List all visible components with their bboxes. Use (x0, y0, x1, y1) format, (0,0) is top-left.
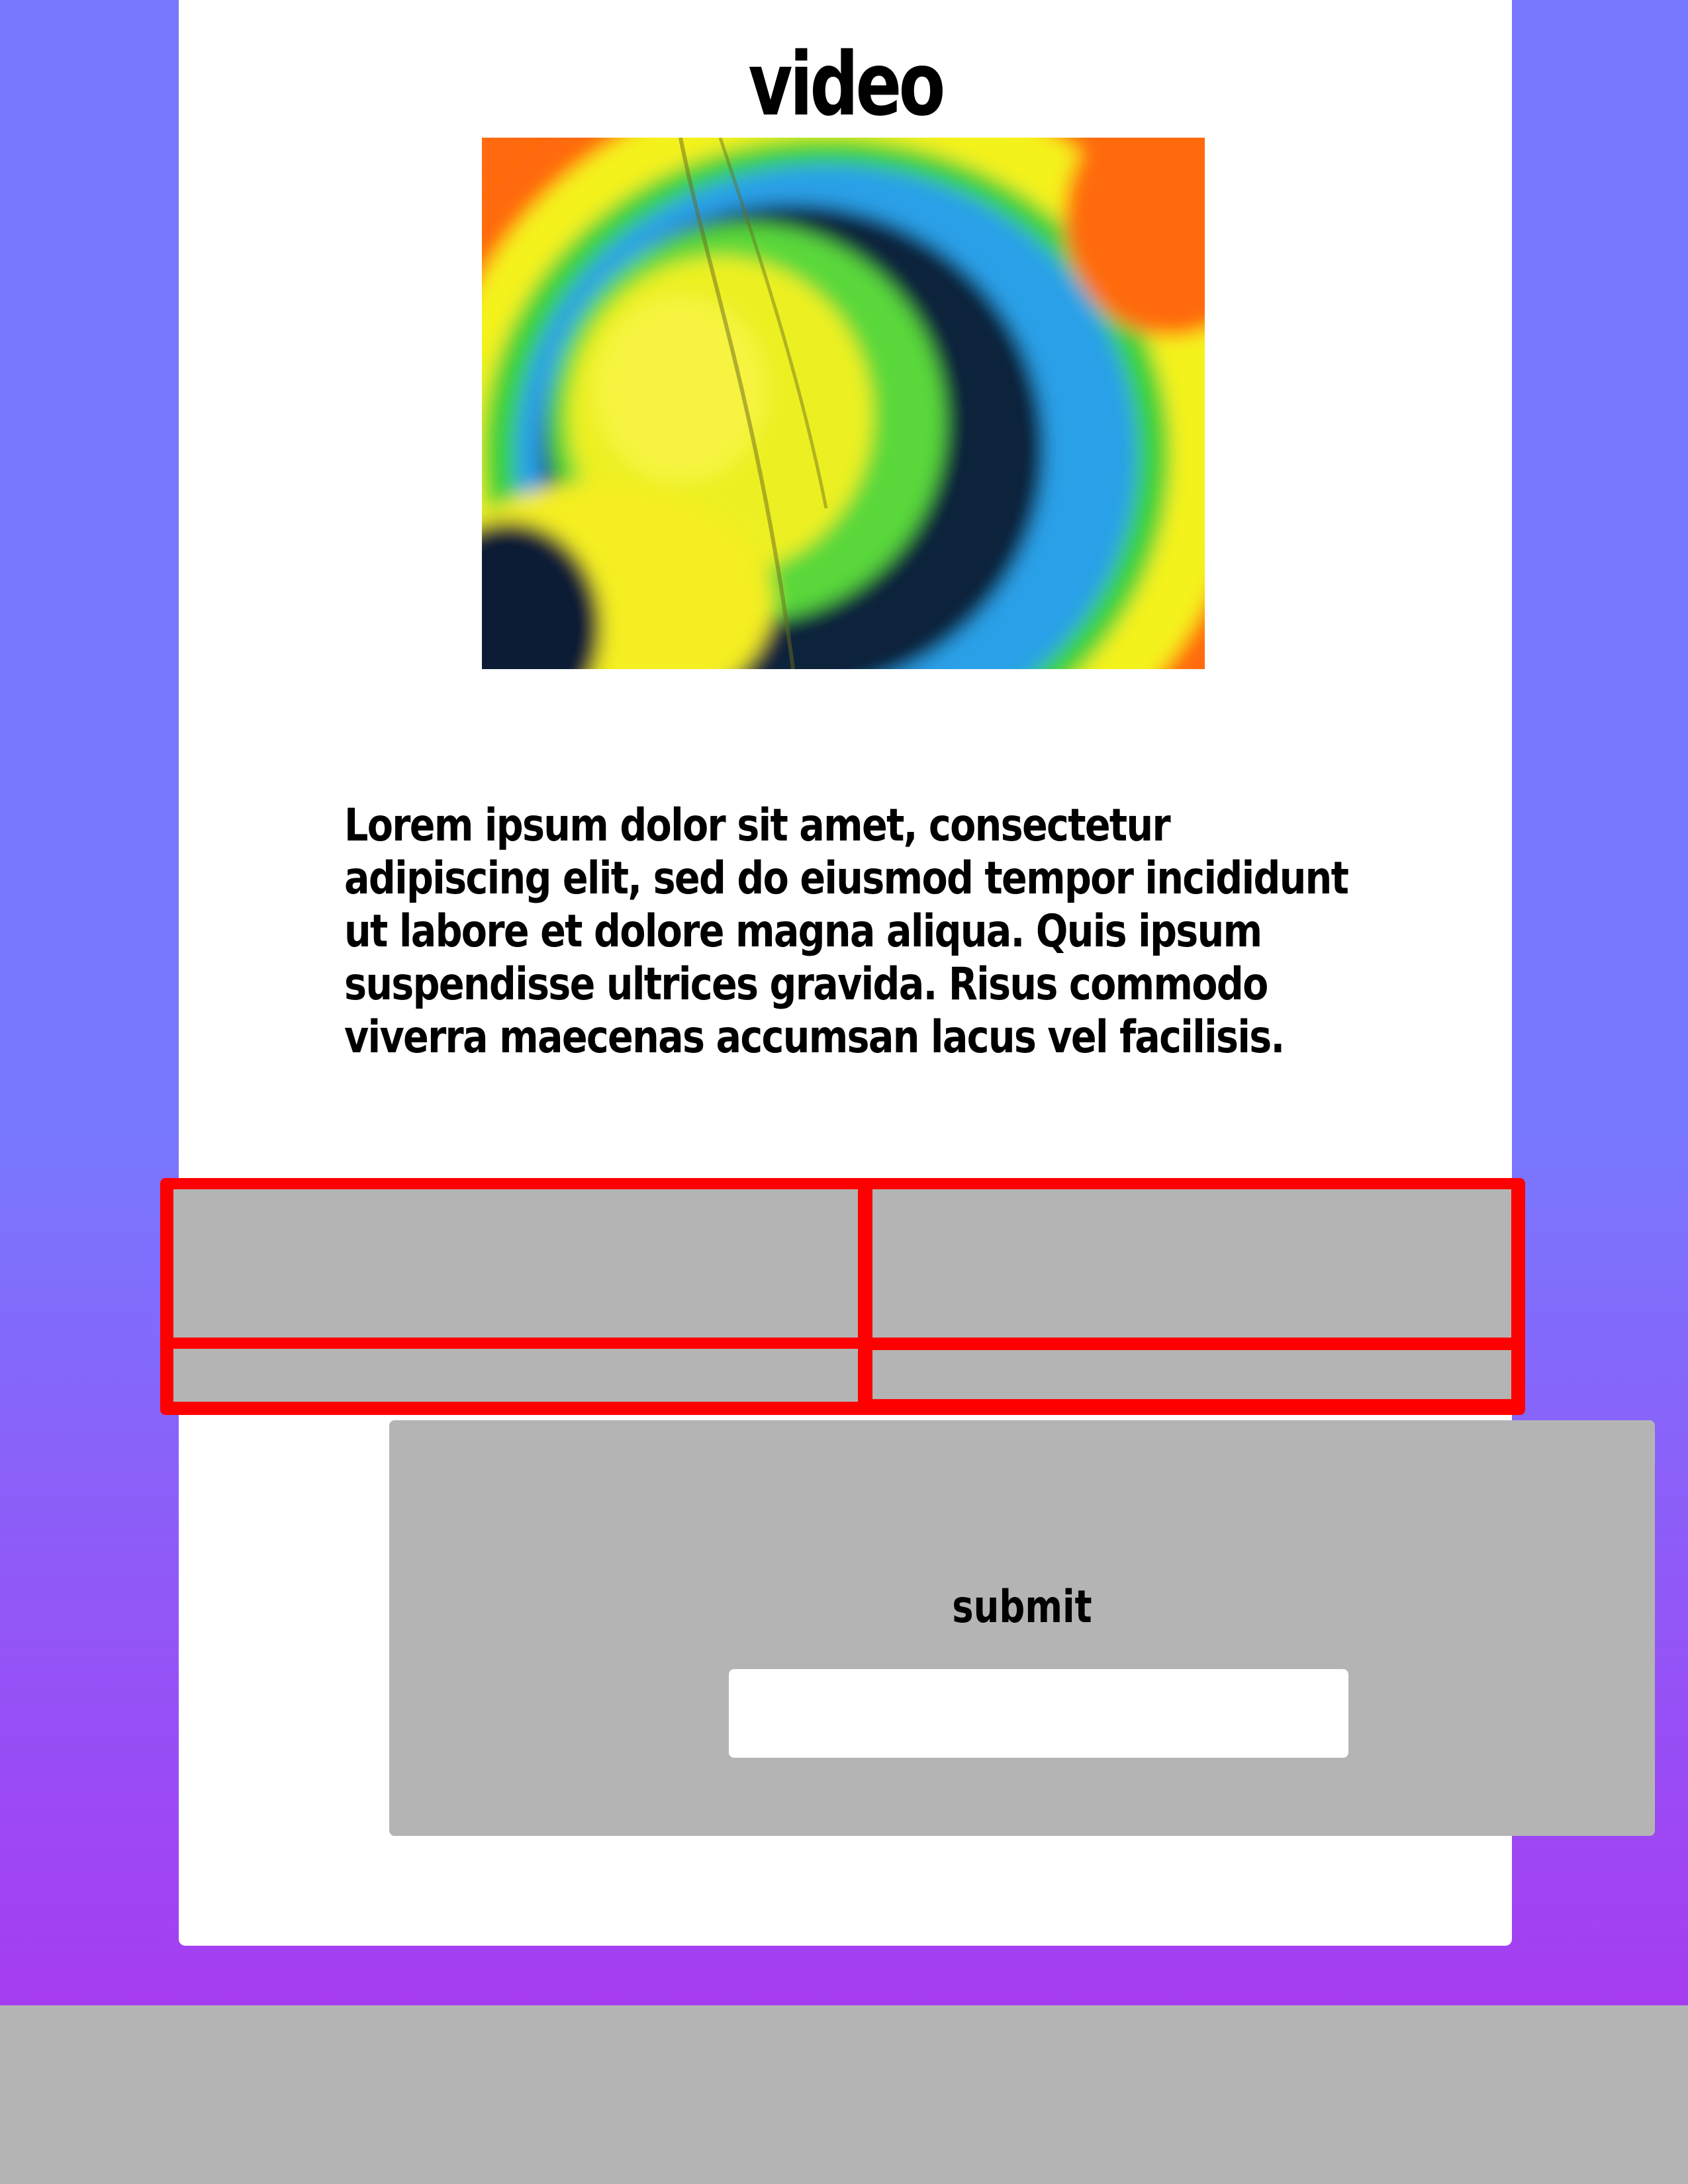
footer-band (0, 2005, 1688, 2184)
tie-dye-video-thumbnail (482, 138, 1205, 669)
grid-cell-top-left (173, 1189, 858, 1338)
body-paragraph: Lorem ipsum dolor sit amet, consectetur … (344, 799, 1349, 1064)
submit-label: submit (952, 1581, 1092, 1633)
submit-panel: submit (389, 1420, 1655, 1836)
submit-input[interactable] (729, 1669, 1348, 1758)
grid-cell-bottom-right (872, 1350, 1511, 1399)
main-card: video Lorem ipsum dolor sit amet, consec… (179, 0, 1655, 1946)
video-player[interactable] (482, 138, 1205, 669)
grid-cell-top-right (872, 1189, 1511, 1338)
page-title: video (748, 34, 945, 136)
grid-box (160, 1178, 1525, 1415)
grid-cell-bottom-left (173, 1349, 858, 1402)
